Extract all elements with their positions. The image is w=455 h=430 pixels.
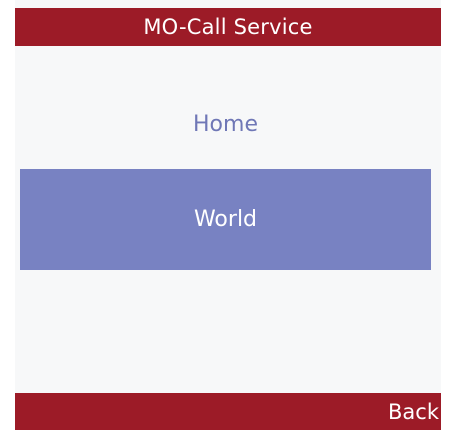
phone-screen: MO-Call Service Home World Back bbox=[15, 0, 441, 430]
menu-item-label: Home bbox=[193, 111, 258, 137]
page-title: MO-Call Service bbox=[143, 15, 313, 39]
menu-item-home[interactable]: Home bbox=[20, 96, 431, 152]
back-softkey[interactable]: Back bbox=[388, 393, 439, 430]
menu-item-label: World bbox=[193, 207, 258, 232]
softkey-bar: Back bbox=[15, 393, 441, 430]
back-softkey-label: Back bbox=[388, 399, 439, 424]
title-bar: MO-Call Service bbox=[15, 8, 441, 46]
menu-item-world[interactable]: World bbox=[20, 169, 431, 270]
